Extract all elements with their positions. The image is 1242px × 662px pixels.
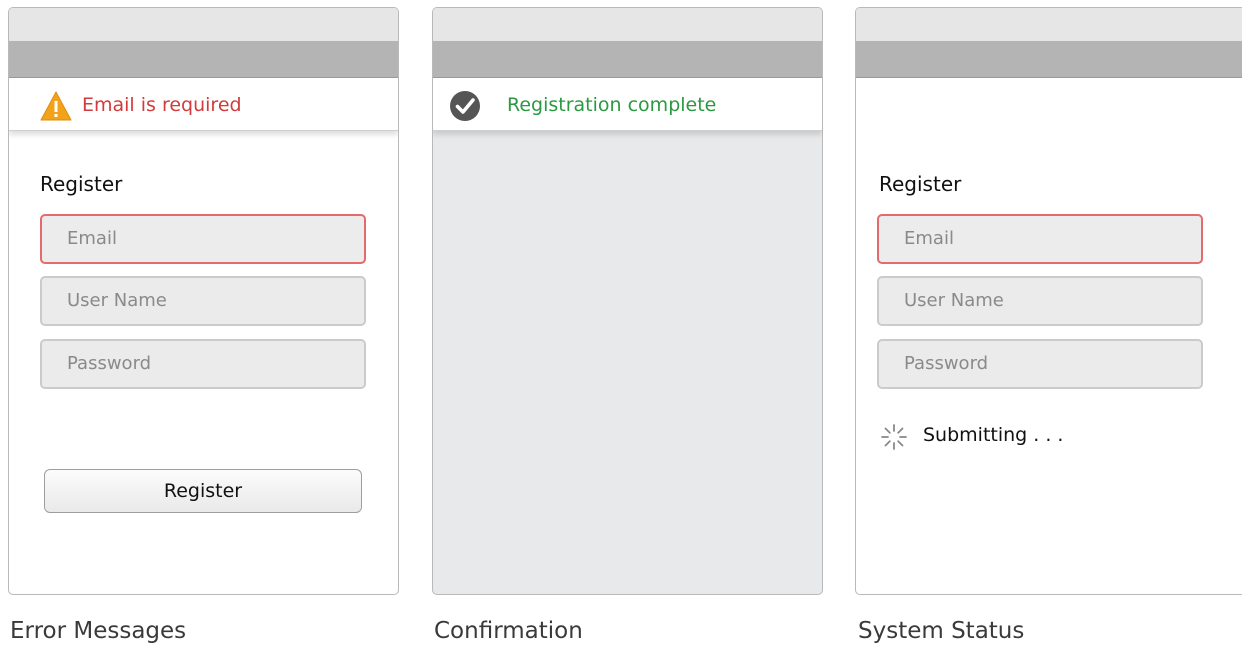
app-header-bar <box>9 8 398 78</box>
caption-confirmation: Confirmation <box>434 618 583 644</box>
email-field[interactable]: Email <box>877 214 1203 264</box>
system-status-screen: Register Email User Name Password Submit… <box>855 7 1242 595</box>
error-message: Email is required <box>82 94 242 116</box>
password-field[interactable]: Password <box>40 339 366 389</box>
form-title: Register <box>40 172 123 196</box>
confirmation-screen: Registration complete <box>432 7 823 595</box>
user-name-field[interactable]: User Name <box>40 276 366 326</box>
email-field[interactable]: Email <box>40 214 366 264</box>
header-stripe <box>856 41 1242 78</box>
error-messages-screen: Email is required Register Email User Na… <box>8 7 399 595</box>
caption-system-status: System Status <box>858 618 1025 644</box>
password-field[interactable]: Password <box>877 339 1203 389</box>
caption-error-messages: Error Messages <box>10 618 187 644</box>
success-message: Registration complete <box>507 94 717 116</box>
error-banner: Email is required <box>9 78 398 131</box>
form-title: Register <box>879 172 962 196</box>
status-text: Submitting . . . <box>923 424 1064 446</box>
app-header-bar <box>433 8 822 78</box>
header-stripe <box>433 41 822 78</box>
spinner-icon <box>881 424 907 450</box>
warning-icon <box>40 91 72 121</box>
register-button[interactable]: Register <box>44 469 362 513</box>
header-stripe <box>9 41 398 78</box>
app-header-bar <box>856 8 1242 78</box>
success-banner: Registration complete <box>433 78 822 131</box>
user-name-field[interactable]: User Name <box>877 276 1203 326</box>
check-circle-icon <box>450 91 480 121</box>
